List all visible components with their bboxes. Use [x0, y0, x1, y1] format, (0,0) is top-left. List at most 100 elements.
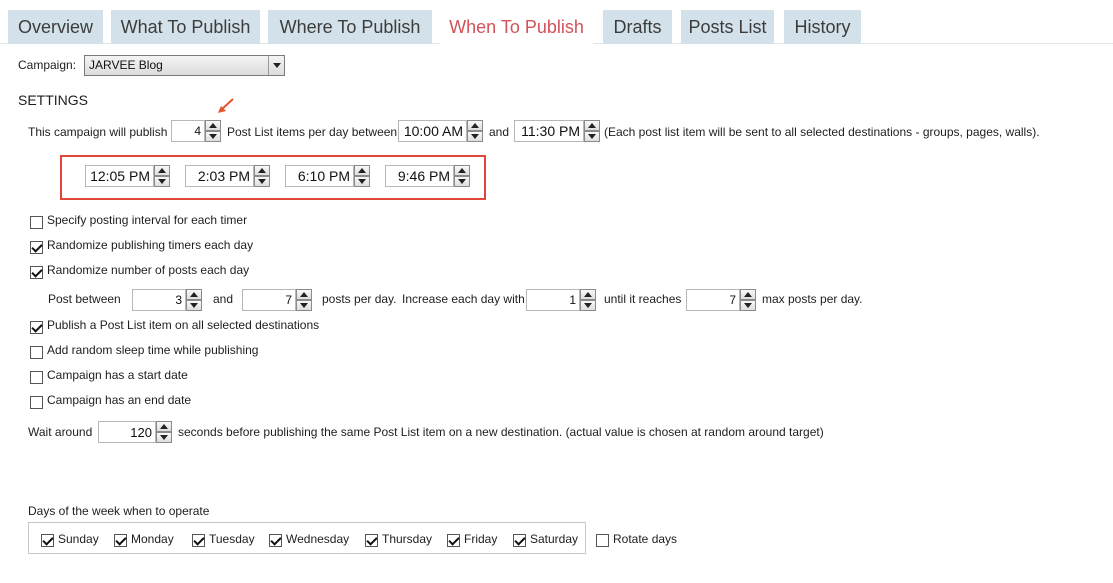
max-posts-per-day-text: max posts per day.: [762, 292, 863, 306]
and-text: and: [489, 125, 510, 139]
day-thursday-checkbox[interactable]: [365, 534, 378, 547]
publish-prefix-text: This campaign will publish: [28, 125, 168, 139]
randomize-timers-checkbox[interactable]: [30, 241, 43, 254]
increase-stepper[interactable]: 1: [526, 289, 596, 311]
spin-down-icon[interactable]: [740, 300, 756, 311]
min-posts-value: 3: [175, 293, 182, 307]
randomize-posts-checkbox[interactable]: [30, 266, 43, 279]
tab-what-to-publish[interactable]: What To Publish: [111, 10, 260, 44]
timer-1-value: 12:05 PM: [90, 168, 150, 184]
timer-3-picker[interactable]: 6:10 PM: [285, 165, 370, 187]
rotate-days-label: Rotate days: [613, 532, 678, 546]
timer-4-picker[interactable]: 9:46 PM: [385, 165, 470, 187]
spin-down-icon[interactable]: [296, 300, 312, 311]
spin-up-icon[interactable]: [154, 165, 170, 176]
day-wednesday-label: Wednesday: [286, 532, 350, 546]
day-wednesday-checkbox[interactable]: [269, 534, 282, 547]
wait-seconds-stepper[interactable]: 120: [98, 421, 172, 443]
days-label: Days of the week when to operate: [28, 504, 210, 518]
post-between-label: Post between: [48, 292, 121, 306]
spin-up-icon[interactable]: [205, 120, 221, 131]
limit-value: 7: [729, 293, 736, 307]
spin-down-icon[interactable]: [205, 131, 221, 142]
wait-label: Wait around: [28, 425, 93, 439]
tab-bar: Overview What To Publish Where To Publis…: [0, 0, 1113, 44]
tab-drafts[interactable]: Drafts: [603, 10, 672, 44]
publish-middle-text: Post List items per day between: [227, 125, 398, 139]
day-saturday-label: Saturday: [530, 532, 579, 546]
spin-down-icon[interactable]: [154, 176, 170, 187]
randomize-timers-label: Randomize publishing timers each day: [47, 238, 254, 252]
increase-value: 1: [569, 293, 576, 307]
posts-per-day-stepper[interactable]: 4: [171, 120, 221, 142]
specify-interval-checkbox[interactable]: [30, 216, 43, 229]
spin-down-icon[interactable]: [354, 176, 370, 187]
spin-up-icon[interactable]: [740, 289, 756, 300]
posts-per-day-value: 4: [194, 124, 201, 138]
start-date-label: Campaign has a start date: [47, 368, 188, 382]
rotate-days-checkbox[interactable]: [596, 534, 609, 547]
campaign-select[interactable]: JARVEE Blog: [84, 55, 285, 76]
tab-where-to-publish[interactable]: Where To Publish: [268, 10, 432, 44]
posts-per-day-text: posts per day.: [322, 292, 397, 306]
spin-down-icon[interactable]: [186, 300, 202, 311]
spin-down-icon[interactable]: [580, 300, 596, 311]
max-posts-stepper[interactable]: 7: [242, 289, 312, 311]
wait-seconds-value: 120: [130, 425, 152, 440]
spin-up-icon[interactable]: [354, 165, 370, 176]
start-time-picker[interactable]: 10:00 AM: [398, 120, 483, 142]
spin-up-icon[interactable]: [156, 421, 172, 432]
increase-label: Increase each day with: [402, 292, 525, 306]
spin-up-icon[interactable]: [454, 165, 470, 176]
settings-heading: SETTINGS: [18, 92, 89, 108]
end-date-checkbox[interactable]: [30, 396, 43, 409]
random-sleep-checkbox[interactable]: [30, 346, 43, 359]
end-date-label: Campaign has an end date: [47, 393, 192, 407]
limit-stepper[interactable]: 7: [686, 289, 756, 311]
publish-all-destinations-checkbox[interactable]: [30, 321, 43, 334]
timer-1-picker[interactable]: 12:05 PM: [85, 165, 170, 187]
spin-up-icon[interactable]: [186, 289, 202, 300]
day-sunday-checkbox[interactable]: [41, 534, 54, 547]
spin-down-icon[interactable]: [156, 432, 172, 443]
spin-up-icon[interactable]: [584, 120, 600, 131]
day-sunday-label: Sunday: [58, 532, 99, 546]
spin-up-icon[interactable]: [580, 289, 596, 300]
min-posts-stepper[interactable]: 3: [132, 289, 202, 311]
publish-note-text: (Each post list item will be sent to all…: [604, 125, 1040, 139]
until-label: until it reaches: [604, 292, 682, 306]
timer-2-value: 2:03 PM: [197, 168, 250, 184]
chevron-down-icon[interactable]: [268, 56, 284, 75]
timer-4-value: 9:46 PM: [397, 168, 450, 184]
tab-overview[interactable]: Overview: [8, 10, 103, 44]
post-between-and-text: and: [213, 292, 234, 306]
tab-when-to-publish[interactable]: When To Publish: [440, 10, 593, 44]
day-monday-checkbox[interactable]: [114, 534, 127, 547]
spin-up-icon[interactable]: [254, 165, 270, 176]
spin-down-icon[interactable]: [254, 176, 270, 187]
day-monday-label: Monday: [131, 532, 174, 546]
spin-down-icon[interactable]: [467, 131, 483, 142]
max-posts-value: 7: [285, 293, 292, 307]
spin-down-icon[interactable]: [454, 176, 470, 187]
specify-interval-label: Specify posting interval for each timer: [47, 213, 248, 227]
spin-down-icon[interactable]: [584, 131, 600, 142]
tab-posts-list[interactable]: Posts List: [681, 10, 774, 44]
spin-up-icon[interactable]: [296, 289, 312, 300]
end-time-picker[interactable]: 11:30 PM: [514, 120, 600, 142]
day-thursday-label: Thursday: [382, 532, 433, 546]
timer-2-picker[interactable]: 2:03 PM: [185, 165, 270, 187]
day-friday-checkbox[interactable]: [447, 534, 460, 547]
randomize-posts-label: Randomize number of posts each day: [47, 263, 250, 277]
day-tuesday-checkbox[interactable]: [192, 534, 205, 547]
wait-suffix-text: seconds before publishing the same Post …: [178, 425, 824, 439]
campaign-select-value: JARVEE Blog: [89, 58, 163, 72]
end-time-value: 11:30 PM: [521, 123, 580, 139]
campaign-label: Campaign:: [18, 58, 77, 72]
spin-up-icon[interactable]: [467, 120, 483, 131]
start-date-checkbox[interactable]: [30, 371, 43, 384]
day-saturday-checkbox[interactable]: [513, 534, 526, 547]
tab-history[interactable]: History: [784, 10, 861, 44]
timer-3-value: 6:10 PM: [297, 168, 350, 184]
random-sleep-label: Add random sleep time while publishing: [47, 343, 259, 357]
